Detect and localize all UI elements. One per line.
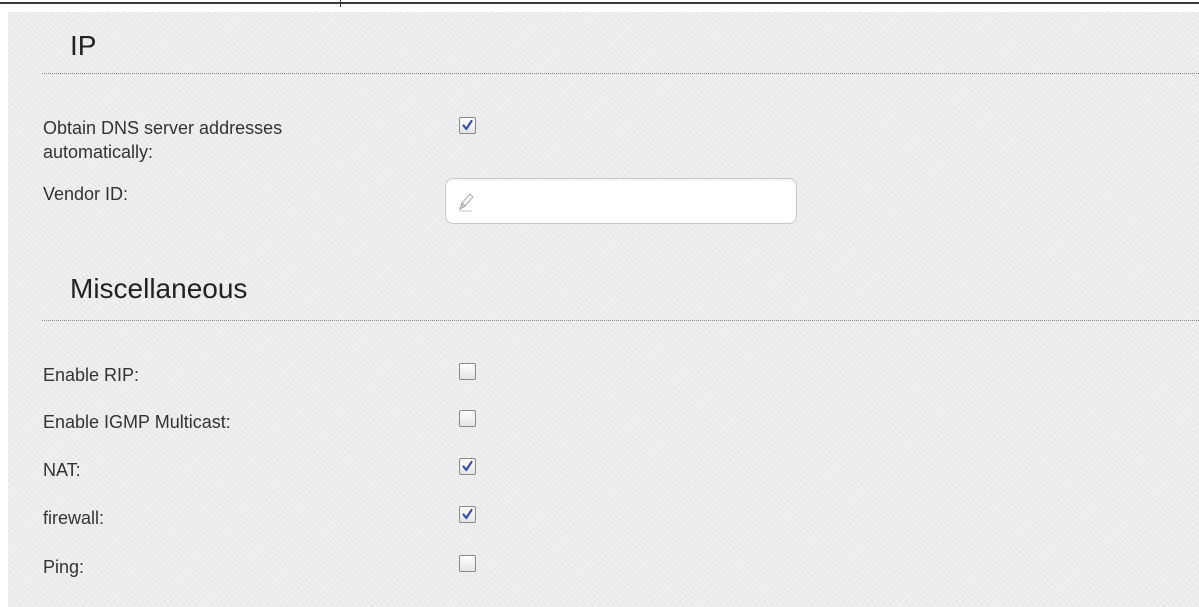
- section-separator-ip: [42, 73, 1199, 74]
- firewall-label: firewall:: [43, 508, 105, 528]
- dns-auto-label: Obtain DNS server addresses automaticall…: [43, 116, 282, 164]
- enable-rip-checkbox[interactable]: [459, 363, 476, 380]
- dns-auto-label-line2: automatically:: [43, 142, 154, 162]
- enable-igmp-multicast-checkbox[interactable]: [459, 410, 476, 427]
- vendor-id-field[interactable]: [445, 178, 797, 224]
- nat-checkbox[interactable]: [459, 458, 476, 475]
- top-divider-tick: [340, 0, 341, 7]
- firewall-checkbox[interactable]: [459, 506, 476, 523]
- enable-igmp-multicast-label: Enable IGMP Multicast:: [43, 412, 231, 432]
- checkmark-icon: [462, 460, 473, 472]
- dns-auto-label-line1: Obtain DNS server addresses: [43, 118, 283, 138]
- ping-checkbox[interactable]: [459, 555, 476, 572]
- settings-panel: [8, 12, 1199, 607]
- vendor-id-label: Vendor ID:: [43, 184, 129, 204]
- nat-label: NAT:: [43, 460, 81, 480]
- dns-auto-checkbox[interactable]: [459, 117, 476, 134]
- section-title-miscellaneous: Miscellaneous: [70, 273, 248, 304]
- section-separator-miscellaneous: [42, 320, 1199, 321]
- enable-rip-label: Enable RIP:: [43, 365, 140, 385]
- pencil-icon: [459, 193, 474, 212]
- section-title-ip: IP: [70, 30, 97, 61]
- vendor-id-input[interactable]: [484, 187, 788, 217]
- checkmark-icon: [462, 119, 473, 131]
- top-border: [0, 0, 1199, 4]
- ping-label: Ping:: [43, 557, 85, 577]
- checkmark-icon: [462, 508, 473, 520]
